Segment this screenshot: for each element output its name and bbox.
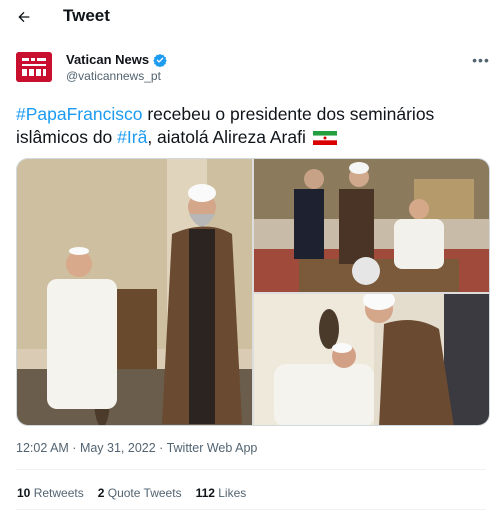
more-horizontal-icon: ••• bbox=[472, 52, 490, 68]
meta-separator: · bbox=[155, 441, 167, 455]
page-title: Tweet bbox=[63, 6, 110, 25]
divider bbox=[16, 469, 486, 470]
photo-pope-and-cleric[interactable] bbox=[17, 159, 252, 425]
retweets-count: 10 bbox=[17, 486, 31, 500]
hashtag-link[interactable]: #Irã bbox=[117, 127, 147, 147]
quotes-label: Quote Tweets bbox=[104, 486, 182, 500]
retweets-label: Retweets bbox=[30, 486, 84, 500]
tweet-text: #PapaFrancisco recebeu o presidente dos … bbox=[16, 103, 494, 149]
tweet-meta: 12:02 AM · May 31, 2022 · Twitter Web Ap… bbox=[16, 441, 257, 455]
tweet-date[interactable]: May 31, 2022 bbox=[80, 441, 156, 455]
likes-label: Likes bbox=[214, 486, 247, 500]
media-grid bbox=[16, 158, 490, 426]
tweet-stats: 10 Retweets 2 Quote Tweets 112 Likes bbox=[17, 486, 246, 500]
divider bbox=[16, 509, 486, 510]
tweet-source[interactable]: Twitter Web App bbox=[167, 441, 258, 455]
vatican-news-logo bbox=[16, 52, 52, 82]
tweet-time[interactable]: 12:02 AM bbox=[16, 441, 69, 455]
quote-tweets-stat[interactable]: 2 Quote Tweets bbox=[98, 486, 182, 500]
author-name[interactable]: Vatican News bbox=[66, 52, 167, 67]
more-button[interactable]: ••• bbox=[470, 52, 492, 68]
arrow-left-icon bbox=[18, 11, 30, 23]
likes-stat[interactable]: 112 Likes bbox=[196, 486, 247, 500]
likes-count: 112 bbox=[195, 486, 215, 500]
tweet-text-part: , aiatolá Alireza Arafi bbox=[147, 127, 311, 147]
photo-pope-kissing-hand[interactable] bbox=[254, 294, 489, 425]
back-button[interactable] bbox=[10, 4, 38, 30]
top-bar: Tweet bbox=[0, 0, 502, 34]
author-name-text: Vatican News bbox=[66, 52, 150, 67]
author-handle[interactable]: @vaticannews_pt bbox=[66, 69, 161, 83]
verified-badge-icon bbox=[153, 53, 167, 67]
iran-flag-icon bbox=[312, 131, 337, 145]
avatar[interactable] bbox=[16, 52, 52, 82]
retweets-stat[interactable]: 10 Retweets bbox=[17, 486, 84, 500]
photo-meeting-at-desk[interactable] bbox=[254, 159, 489, 292]
meta-separator: · bbox=[68, 441, 80, 455]
hashtag-link[interactable]: #PapaFrancisco bbox=[16, 104, 142, 124]
